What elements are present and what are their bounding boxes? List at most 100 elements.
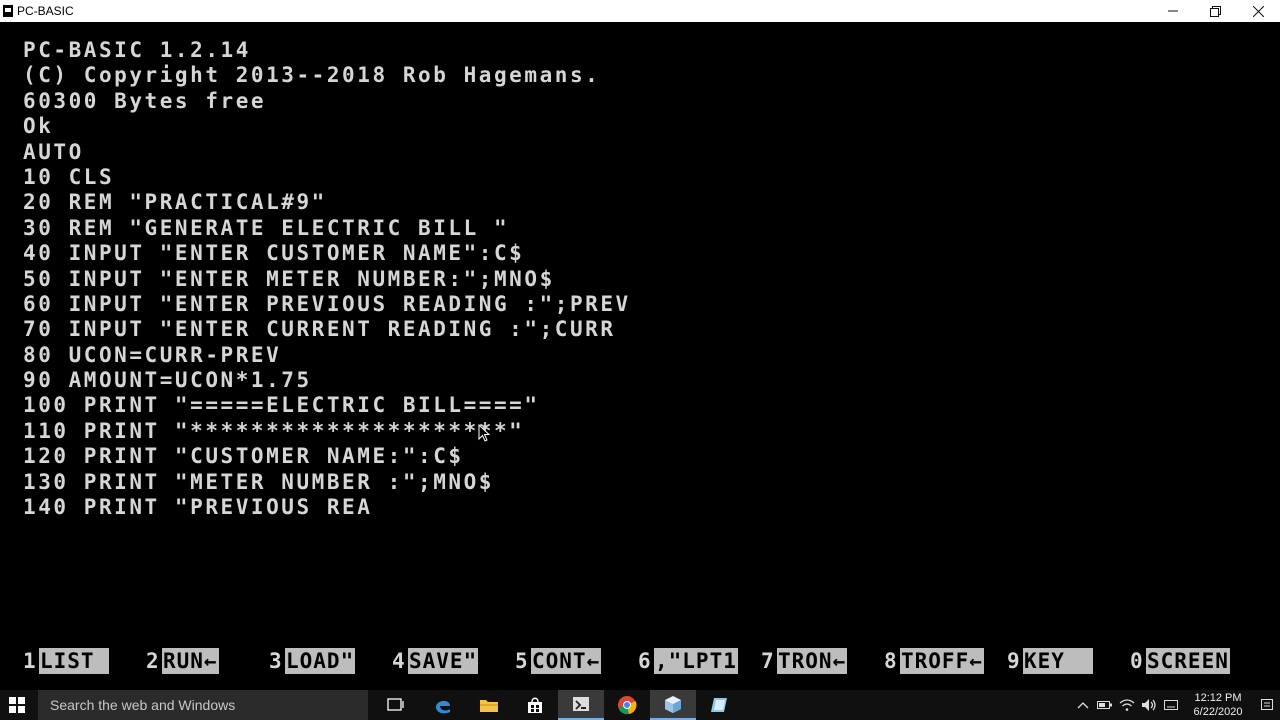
console-line: 60 INPUT "ENTER PREVIOUS READING :";PREV (23, 291, 631, 316)
fkey-number: 0 (1130, 649, 1143, 673)
fkey-number: 8 (884, 649, 897, 673)
show-hidden-icons-button[interactable] (1072, 701, 1094, 709)
console-line: 70 INPUT "ENTER CURRENT READING :";CURR (23, 317, 616, 342)
notes-app-icon (711, 698, 727, 712)
pc-basic-taskbar-icon (573, 697, 589, 711)
cube-app-icon (665, 696, 681, 713)
network-button[interactable] (1116, 698, 1138, 712)
action-center-icon (1261, 699, 1273, 710)
fkey-number: 4 (392, 649, 405, 673)
system-tray: 12:12 PM 6/22/2020 (1072, 690, 1280, 720)
console-line: 20 REM "PRACTICAL#9" (23, 190, 327, 215)
window-controls (1151, 0, 1280, 22)
chevron-up-icon (1077, 702, 1089, 709)
fkey-6[interactable]: 6 ,"LPT1 (638, 648, 761, 674)
fkey-label: SAVE" (408, 648, 479, 674)
file-explorer-button[interactable] (466, 690, 512, 720)
fkey-number: 1 (23, 649, 36, 673)
close-button[interactable] (1237, 0, 1280, 22)
console-line: 30 REM "GENERATE ELECTRIC BILL " (23, 215, 510, 240)
edge-button[interactable] (420, 690, 466, 720)
taskbar-clock[interactable]: 12:12 PM 6/22/2020 (1182, 691, 1254, 719)
keyboard-icon (1164, 700, 1178, 710)
battery-button[interactable] (1094, 700, 1116, 710)
chrome-button[interactable] (604, 690, 650, 720)
fkey-number: 3 (269, 649, 282, 673)
clock-time: 12:12 PM (1194, 692, 1242, 704)
store-button[interactable] (512, 690, 558, 720)
taskbar-pinned-apps (374, 690, 742, 720)
console-line: 60300 Bytes free (23, 88, 267, 113)
console-line: 120 PRINT "CUSTOMER NAME:":C$ (23, 444, 464, 469)
console-line: 100 PRINT "=====ELECTRIC BILL====" (23, 393, 540, 418)
title-bar: PC-BASIC (0, 0, 1280, 22)
volume-button[interactable] (1138, 698, 1160, 712)
console-line: 10 CLS (23, 164, 115, 189)
console-line: (C) Copyright 2013--2018 Rob Hagemans. (23, 63, 601, 88)
taskbar-search-box[interactable]: Search the web and Windows (38, 690, 368, 720)
fkey-5[interactable]: 5 CONT← (515, 648, 638, 674)
wifi-icon (1119, 699, 1135, 711)
fkey-number: 7 (761, 649, 774, 673)
fkey-label: LOAD" (285, 648, 356, 674)
minimize-button[interactable] (1151, 0, 1194, 22)
fkey-1[interactable]: 1 LIST (23, 648, 146, 674)
fkey-number: 9 (1007, 649, 1020, 673)
fkey-3[interactable]: 3 LOAD" (269, 648, 392, 674)
action-center-button[interactable] (1254, 698, 1280, 712)
notes-app-button[interactable] (696, 690, 742, 720)
app-cube-button[interactable] (650, 690, 696, 720)
task-view-button[interactable] (374, 690, 420, 720)
start-button[interactable] (0, 690, 34, 720)
fkey-8[interactable]: 8 TROFF← (884, 648, 1007, 674)
restore-button[interactable] (1194, 0, 1237, 22)
basic-console[interactable]: PC-BASIC 1.2.14 (C) Copyright 2013--2018… (0, 22, 1280, 690)
fkey-label: ,"LPT1 (654, 648, 738, 674)
fkey-label: SCREEN (1146, 648, 1230, 674)
task-view-icon (387, 698, 404, 711)
mouse-pointer-icon (478, 424, 490, 442)
fkey-label: CONT← (531, 648, 602, 674)
fkey-4[interactable]: 4 SAVE" (392, 648, 515, 674)
search-placeholder: Search the web and Windows (50, 697, 236, 713)
battery-icon (1097, 701, 1112, 709)
console-line: PC-BASIC 1.2.14 (23, 38, 251, 62)
console-line: 140 PRINT "PREVIOUS REA (23, 495, 373, 520)
pc-basic-taskbar-button[interactable] (558, 690, 604, 720)
fkey-number: 5 (515, 649, 528, 673)
console-line: 130 PRINT "METER NUMBER :";MNO$ (23, 469, 494, 494)
fkey-label: LIST (39, 648, 110, 674)
fkey-number: 2 (146, 649, 159, 673)
close-icon (1253, 5, 1264, 17)
fkey-9[interactable]: 9 KEY (1007, 648, 1130, 674)
chrome-icon (618, 696, 637, 715)
console-line: 110 PRINT "*********************" (23, 418, 525, 443)
console-line: AUTO (23, 139, 84, 164)
fkey-10[interactable]: 0 SCREEN (1130, 648, 1250, 674)
windows-logo-icon (9, 697, 25, 713)
console-line: 50 INPUT "ENTER METER NUMBER:";MNO$ (23, 266, 555, 291)
function-key-bar: 1 LIST 2 RUN← 3 LOAD" 4 SAVE" 5 CONT← 6 … (23, 648, 1250, 674)
window-title: PC-BASIC (17, 4, 74, 18)
store-bag-icon (528, 697, 542, 713)
console-lines: PC-BASIC 1.2.14 (C) Copyright 2013--2018… (23, 38, 631, 520)
fkey-label: RUN← (162, 648, 219, 674)
fkey-label: TRON← (777, 648, 848, 674)
speaker-icon (1142, 699, 1156, 711)
console-line: 40 INPUT "ENTER CUSTOMER NAME":C$ (23, 241, 525, 266)
fkey-label: KEY (1023, 648, 1094, 674)
windows-taskbar: Search the web and Windows 12:12 PM 6/22… (0, 690, 1280, 720)
fkey-number: 6 (638, 649, 651, 673)
pc-basic-app-icon (3, 5, 13, 17)
edge-browser-icon (436, 700, 450, 714)
fkey-label: TROFF← (900, 648, 984, 674)
restore-icon (1210, 5, 1221, 17)
minimize-icon (1167, 10, 1178, 12)
console-line: Ok (23, 114, 54, 139)
input-indicator-button[interactable] (1160, 698, 1182, 712)
fkey-7[interactable]: 7 TRON← (761, 648, 884, 674)
fkey-2[interactable]: 2 RUN← (146, 648, 269, 674)
console-line: 80 UCON=CURR-PREV (23, 342, 282, 367)
folder-icon (480, 700, 498, 712)
console-line: 90 AMOUNT=UCON*1.75 (23, 368, 312, 393)
